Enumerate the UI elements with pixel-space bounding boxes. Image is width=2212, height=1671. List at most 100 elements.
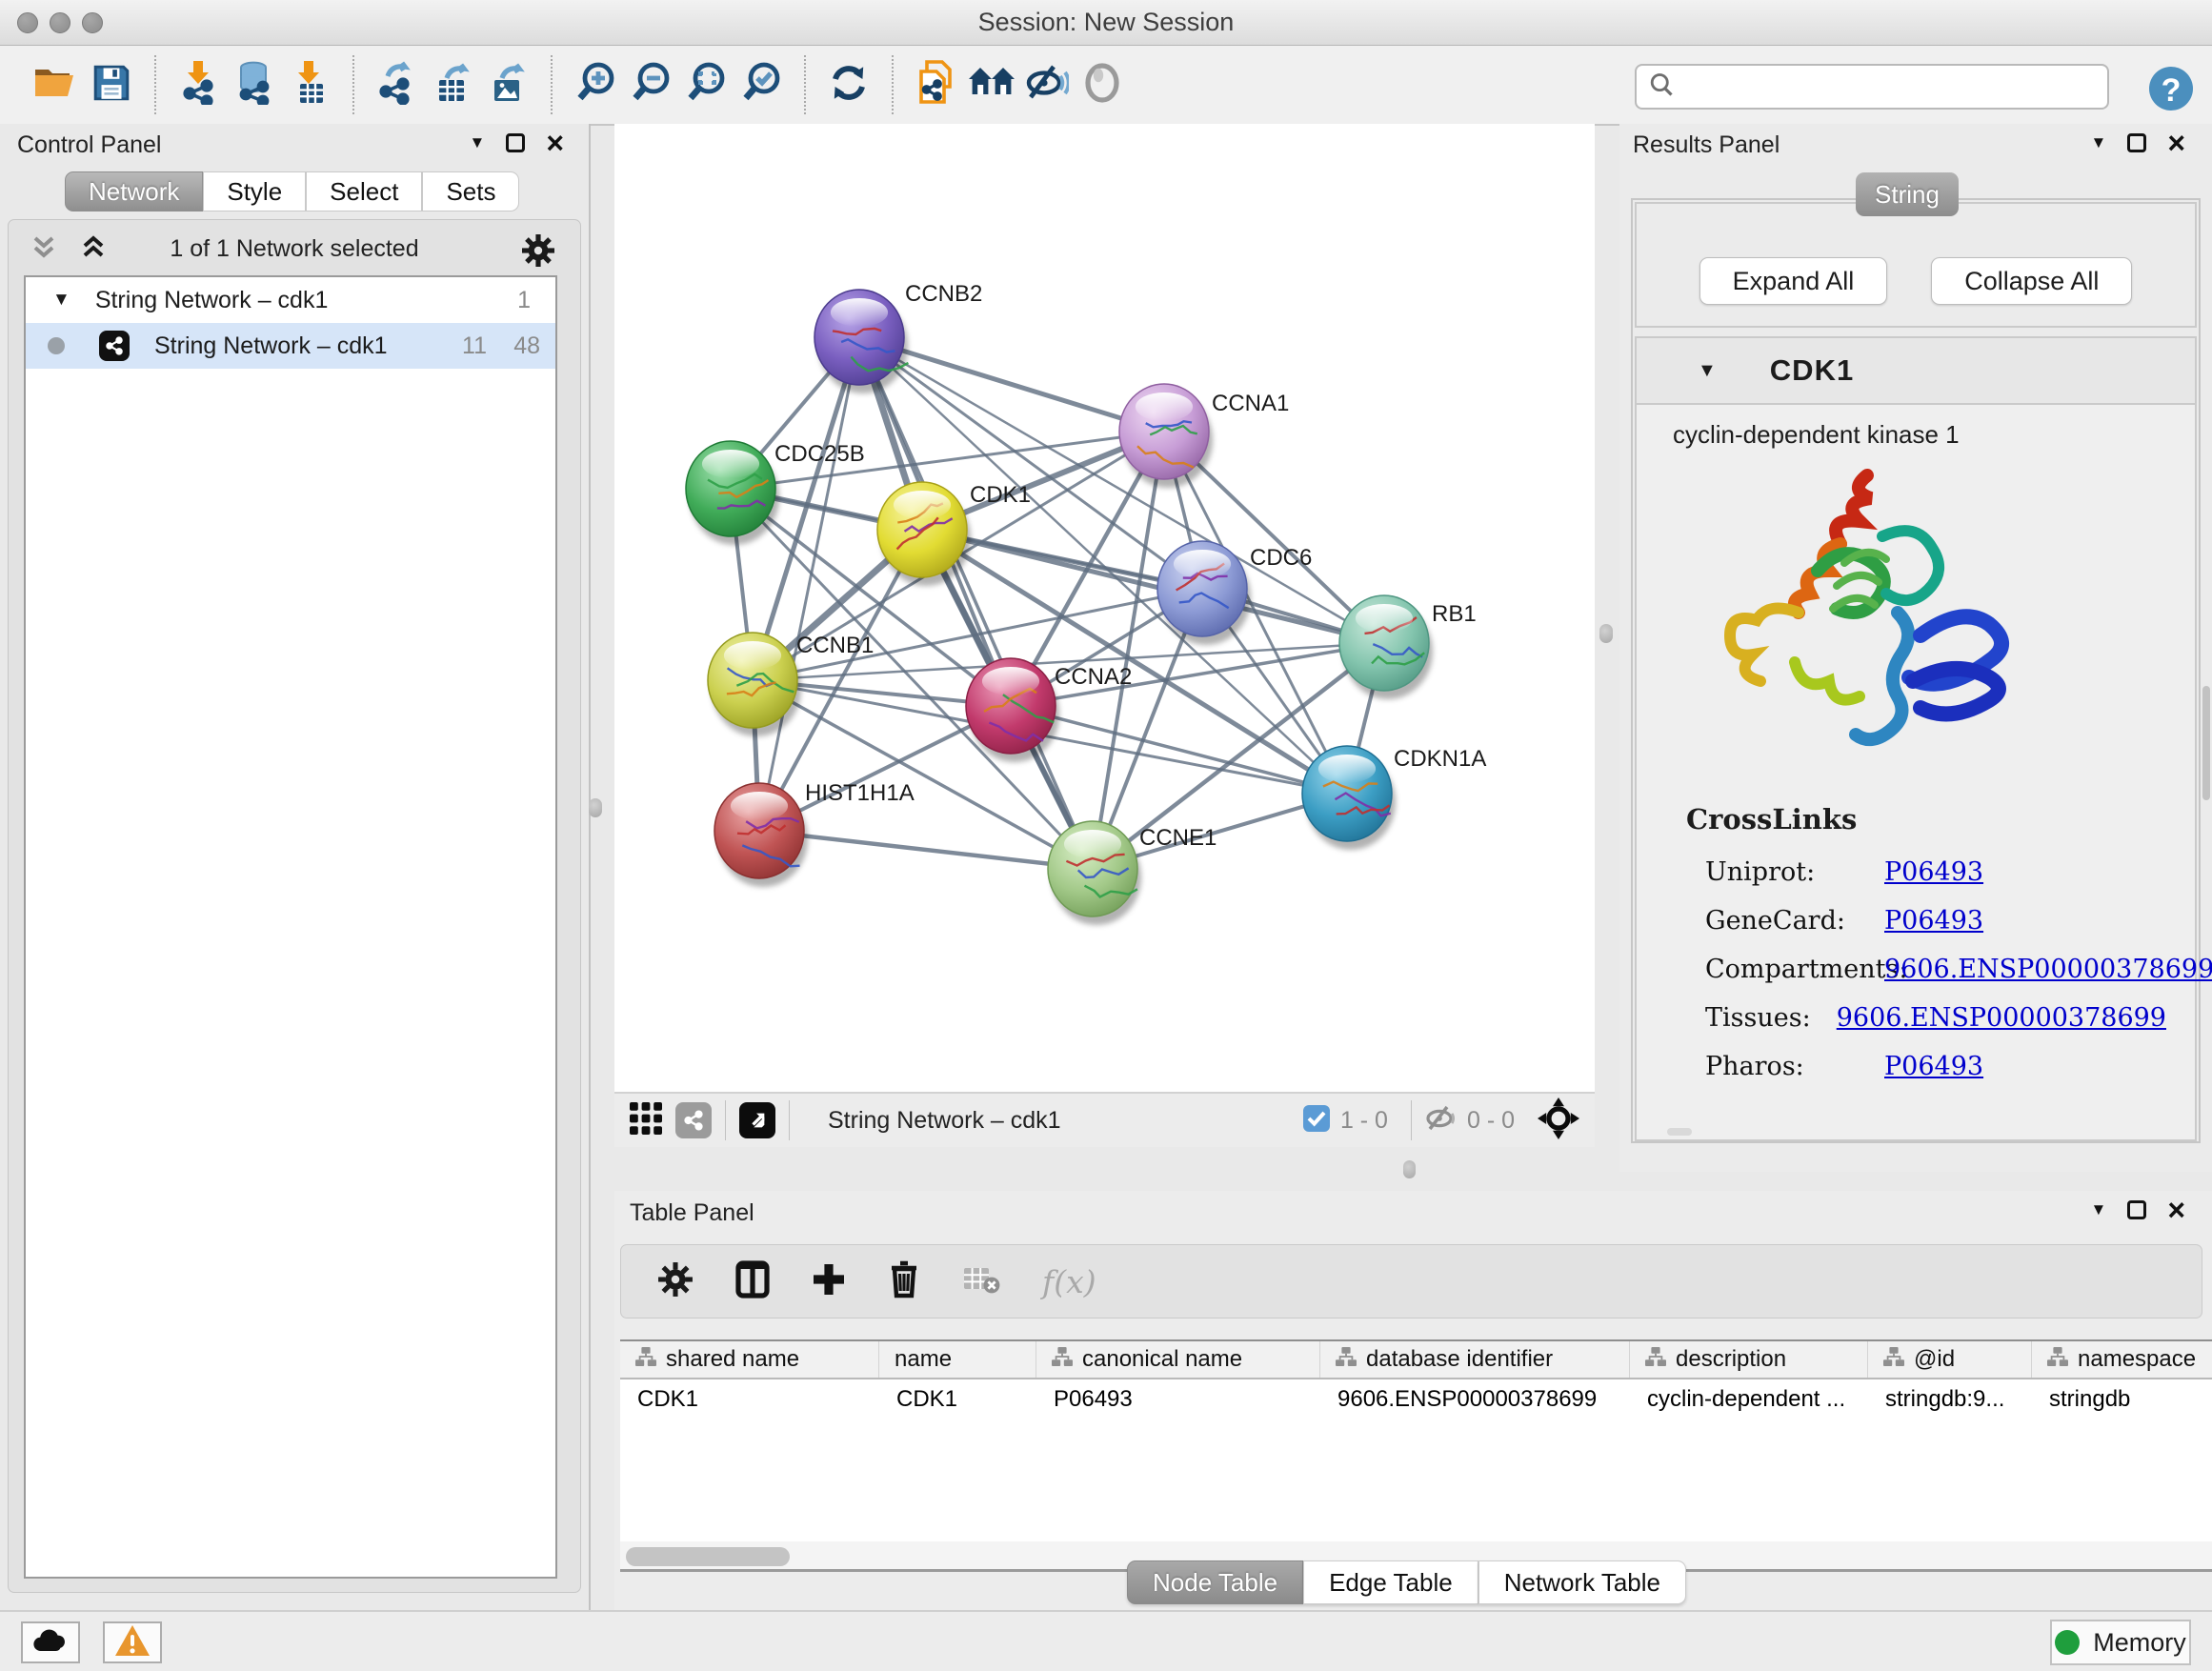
network-share-view-icon[interactable]	[675, 1102, 712, 1138]
collection-expand-icon[interactable]: ▼	[52, 290, 70, 311]
entry-hscroll-thumb[interactable]	[1667, 1128, 1692, 1136]
panel-close-icon[interactable]: ×	[2167, 133, 2185, 152]
crosslink-link[interactable]: P06493	[1884, 857, 1983, 887]
table-row[interactable]: CDK1CDK1P064939606.ENSP00000378699cyclin…	[620, 1379, 2212, 1419]
crosslink-link[interactable]: 9606.ENSP00000378699	[1837, 1003, 2166, 1033]
table-cell[interactable]: P06493	[1036, 1379, 1320, 1419]
show-hide-button[interactable]	[1019, 56, 1075, 113]
column-header-shared-name[interactable]: shared name	[620, 1341, 879, 1378]
panel-menu-icon[interactable]: ▼	[469, 133, 485, 152]
table-cell[interactable]: stringdb:9...	[1868, 1379, 2032, 1419]
string-home-button[interactable]	[964, 56, 1019, 113]
tab-string[interactable]: String	[1856, 172, 1959, 216]
tab-sets[interactable]: Sets	[422, 171, 519, 211]
gene-entry-header[interactable]: ▼ CDK1	[1637, 338, 2195, 405]
column-header-namespace[interactable]: namespace	[2032, 1341, 2212, 1378]
table-settings-gear-icon[interactable]	[657, 1261, 694, 1302]
gene-description: cyclin-dependent kinase 1	[1673, 420, 2195, 450]
panel-menu-icon[interactable]: ▼	[2090, 1200, 2106, 1219]
network-canvas[interactable]: CCNB2CCNA1CDC25BCDK1CDC6RB1CCNB1CCNA2CDK…	[614, 124, 1595, 1092]
node-CDK1[interactable]: CDK1	[877, 482, 1031, 586]
save-session-button[interactable]	[84, 56, 139, 113]
panel-float-icon[interactable]	[2127, 133, 2146, 152]
zoom-selected-button[interactable]	[734, 56, 789, 113]
zoom-out-button[interactable]	[623, 56, 678, 113]
column-header-description[interactable]: description	[1630, 1341, 1868, 1378]
tab-style[interactable]: Style	[203, 171, 306, 211]
hidden-eye-slash-icon[interactable]	[1425, 1104, 1458, 1137]
results-vscroll-thumb[interactable]	[2202, 686, 2210, 800]
delete-column-trash-icon[interactable]	[888, 1260, 920, 1303]
panel-float-icon[interactable]	[2127, 1200, 2146, 1219]
panel-close-icon[interactable]: ×	[546, 133, 564, 152]
highlight-button[interactable]	[1075, 56, 1130, 113]
panel-float-icon[interactable]	[506, 133, 525, 152]
edge-CCNB2-HIST1H1A[interactable]	[759, 337, 859, 831]
refresh-layout-button[interactable]	[821, 56, 876, 113]
add-column-plus-icon[interactable]	[812, 1262, 846, 1301]
table-cell[interactable]: cyclin-dependent ...	[1630, 1379, 1868, 1419]
table-cell[interactable]: stringdb	[2032, 1379, 2212, 1419]
tab-network-table[interactable]: Network Table	[1478, 1560, 1686, 1604]
node-label-RB1: RB1	[1432, 601, 1477, 627]
import-table-file-button[interactable]	[282, 56, 337, 113]
crosslink-link[interactable]: P06493	[1884, 1052, 1983, 1081]
selected-checkbox-icon[interactable]	[1302, 1104, 1331, 1137]
search-input[interactable]	[1684, 73, 2107, 100]
panel-close-icon[interactable]: ×	[2167, 1200, 2185, 1219]
column-header-name[interactable]: name	[879, 1341, 1036, 1378]
export-network-button[interactable]	[370, 56, 425, 113]
import-network-file-button[interactable]	[171, 56, 227, 113]
fit-content-crosshair-icon[interactable]	[1538, 1097, 1579, 1144]
network-graph[interactable]: CCNB2CCNA1CDC25BCDK1CDC6RB1CCNB1CCNA2CDK…	[614, 124, 1595, 1092]
column-header--id[interactable]: @id	[1868, 1341, 2032, 1378]
edge-CDK1-RB1[interactable]	[922, 530, 1384, 643]
birds-eye-view-icon[interactable]	[739, 1102, 775, 1138]
node-CDC6[interactable]: CDC6	[1157, 541, 1312, 645]
tab-network[interactable]: Network	[65, 171, 203, 211]
warning-status-button[interactable]	[103, 1621, 162, 1663]
network-options-gear-icon[interactable]	[521, 233, 555, 272]
expand-all-button[interactable]: Expand All	[1699, 257, 1888, 305]
node-HIST1H1A[interactable]: HIST1H1A	[714, 780, 915, 887]
table-cell[interactable]: 9606.ENSP00000378699	[1320, 1379, 1630, 1419]
export-table-button[interactable]	[425, 56, 480, 113]
show-columns-icon[interactable]	[735, 1260, 770, 1303]
cloud-status-button[interactable]	[21, 1621, 80, 1663]
table-cell[interactable]: CDK1	[879, 1379, 1036, 1419]
edge-HIST1H1A-CCNE1[interactable]	[759, 831, 1093, 869]
clone-network-button[interactable]	[909, 56, 964, 113]
column-header-canonical-name[interactable]: canonical name	[1036, 1341, 1320, 1378]
grid-view-icon[interactable]	[628, 1100, 664, 1141]
tab-node-table[interactable]: Node Table	[1127, 1560, 1303, 1604]
zoom-in-button[interactable]	[568, 56, 623, 113]
network-selection-status: 1 of 1 Network selected	[9, 235, 580, 263]
table-hscroll-thumb[interactable]	[626, 1547, 790, 1566]
panel-menu-icon[interactable]: ▼	[2090, 133, 2106, 152]
import-network-database-button[interactable]	[227, 56, 282, 113]
export-image-button[interactable]	[480, 56, 535, 113]
help-button[interactable]: ?	[2147, 65, 2195, 112]
network-row-selected[interactable]: String Network – cdk1 11 48	[26, 323, 555, 369]
save-floppy-icon	[91, 63, 131, 108]
node-CDKN1A[interactable]: CDKN1A	[1302, 746, 1486, 850]
node-RB1[interactable]: RB1	[1339, 595, 1477, 699]
tab-select[interactable]: Select	[306, 171, 422, 211]
column-header-database-identifier[interactable]: database identifier	[1320, 1341, 1630, 1378]
crosslink-link[interactable]: P06493	[1884, 906, 1983, 936]
open-session-button[interactable]	[29, 56, 84, 113]
node-CCNB2[interactable]: CCNB2	[814, 281, 982, 393]
entry-collapse-icon[interactable]: ▼	[1698, 360, 1717, 382]
splitter-handle[interactable]	[1403, 1160, 1416, 1178]
memory-button[interactable]: Memory	[2050, 1620, 2191, 1665]
network-collection-row[interactable]: ▼ String Network – cdk1 1	[26, 277, 555, 323]
right-splitter-handle[interactable]	[1599, 624, 1613, 643]
edge-CCNA2-CDKN1A[interactable]	[1011, 706, 1347, 794]
collapse-all-button[interactable]: Collapse All	[1931, 257, 2132, 305]
crosslink-link[interactable]: 9606.ENSP00000378699	[1884, 955, 2212, 984]
node-CDC25B[interactable]: CDC25B	[686, 441, 865, 545]
table-cell[interactable]: CDK1	[620, 1379, 879, 1419]
left-splitter-handle[interactable]	[589, 798, 602, 817]
zoom-fit-button[interactable]	[678, 56, 734, 113]
tab-edge-table[interactable]: Edge Table	[1303, 1560, 1478, 1604]
